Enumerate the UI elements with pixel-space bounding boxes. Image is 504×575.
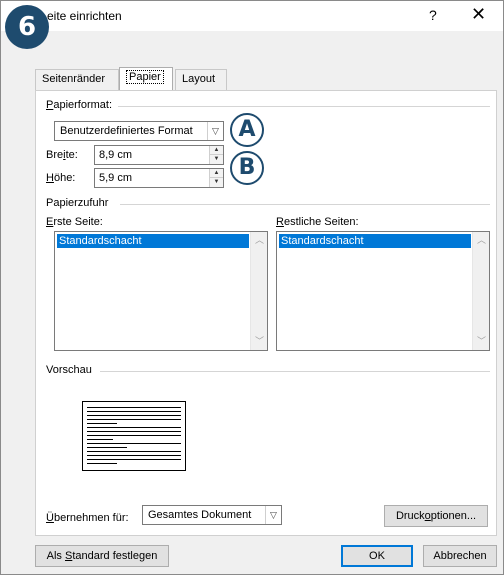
preview-line (87, 415, 181, 416)
breite-label: Breite: (46, 149, 78, 161)
title-bar: eite einrichten ? ✕ (1, 1, 503, 31)
apply-to-select[interactable]: Gesamtes Dokument ▽ (142, 505, 282, 525)
other-pages-tray-list[interactable]: Standardschacht ︿ ﹀ (276, 231, 490, 351)
callout-a: A (230, 113, 264, 147)
tab-label: Papier (126, 70, 164, 84)
apply-to-value: Gesamtes Dokument (148, 509, 252, 521)
restliche-seiten-label: Restliche Seiten: (276, 216, 359, 228)
preview-line (87, 435, 181, 436)
label-text: Als (46, 550, 65, 562)
mnemonic: H (46, 172, 54, 184)
papierformat-label: Papierformat: (46, 99, 119, 111)
vorschau-label: Vorschau (46, 364, 98, 376)
label-text: ptionen... (430, 510, 477, 522)
list-item[interactable]: Standardschacht (279, 234, 471, 248)
close-button[interactable]: ✕ (471, 5, 486, 23)
callout-b: B (230, 151, 264, 185)
set-as-default-button[interactable]: Als Standard festlegen (35, 545, 169, 567)
label-text: rste Seite: (53, 216, 103, 228)
preview-line (87, 463, 117, 464)
mnemonic: R (276, 216, 284, 228)
erste-seite-label: Erste Seite: (46, 216, 103, 228)
scrollbar[interactable]: ︿ ﹀ (250, 232, 267, 350)
label-text: apierformat: (53, 99, 113, 111)
tab-layout[interactable]: Layout (175, 69, 227, 91)
preview-line (87, 451, 181, 452)
first-page-tray-list[interactable]: Standardschacht ︿ ﹀ (54, 231, 268, 351)
paper-size-select[interactable]: Benutzerdefiniertes Format ▽ (54, 121, 224, 141)
hoehe-label: Höhe: (46, 172, 75, 184)
preview-line (87, 431, 181, 432)
print-options-button[interactable]: Druckoptionen... (384, 505, 488, 527)
label-text: Bre (46, 149, 64, 161)
label-text: tandard festlegen (72, 550, 158, 562)
divider (116, 106, 490, 107)
label-text: te: (65, 149, 78, 161)
scrollbar[interactable]: ︿ ﹀ (472, 232, 489, 350)
tab-label: Layout (182, 73, 216, 85)
mnemonic: Ü (46, 512, 54, 524)
scroll-down-icon[interactable]: ﹀ (251, 333, 268, 350)
spin-up-icon[interactable]: ▲ (210, 146, 223, 155)
spinner-buttons: ▲ ▼ (209, 169, 223, 187)
papier-tab-panel: Papierformat: Benutzerdefiniertes Format… (35, 90, 497, 536)
scroll-up-icon[interactable]: ︿ (251, 232, 268, 249)
spinner-buttons: ▲ ▼ (209, 146, 223, 164)
preview-line (87, 427, 181, 428)
apply-to-label: Übernehmen für: (46, 512, 129, 524)
height-spinner[interactable]: 5,9 cm ▲ ▼ (94, 168, 224, 188)
list-item[interactable]: Standardschacht (57, 234, 249, 248)
divider (120, 204, 490, 205)
spin-up-icon[interactable]: ▲ (210, 169, 223, 178)
label-text: Druck (395, 510, 425, 522)
paper-size-value: Benutzerdefiniertes Format (60, 125, 193, 137)
preview-line (87, 455, 181, 456)
width-value: 8,9 cm (99, 149, 133, 161)
tab-label: Seitenränder (42, 73, 105, 85)
chevron-down-icon[interactable]: ▽ (207, 122, 223, 140)
preview-line (87, 419, 181, 420)
spin-down-icon[interactable]: ▼ (210, 178, 223, 187)
dialog-title: eite einrichten (47, 9, 122, 23)
preview-line (87, 407, 181, 408)
preview-line (87, 439, 113, 440)
tab-seitenraender[interactable]: Seitenränder (35, 69, 119, 91)
label-text: öhe: (53, 172, 76, 184)
preview-line (87, 447, 127, 448)
papierzufuhr-label: Papierzufuhr (46, 197, 115, 209)
width-spinner[interactable]: 8,9 cm ▲ ▼ (94, 145, 224, 165)
label-text: estliche Seiten: (283, 216, 359, 228)
preview-line (87, 459, 181, 460)
help-button[interactable]: ? (429, 7, 437, 23)
height-value: 5,9 cm (99, 172, 133, 184)
preview-line (87, 423, 117, 424)
scroll-down-icon[interactable]: ﹀ (473, 333, 490, 350)
preview-line (87, 443, 181, 444)
tab-papier[interactable]: Papier (119, 67, 173, 92)
page-setup-dialog: eite einrichten ? ✕ 6 Seitenränder Papie… (0, 0, 504, 575)
spin-down-icon[interactable]: ▼ (210, 155, 223, 164)
page-preview (82, 401, 186, 471)
divider (100, 371, 490, 372)
label-text: bernehmen für: (53, 512, 129, 524)
preview-line (87, 411, 181, 412)
cancel-button[interactable]: Abbrechen (423, 545, 497, 567)
chevron-down-icon[interactable]: ▽ (265, 506, 281, 524)
step-number-badge: 6 (5, 5, 49, 49)
ok-button[interactable]: OK (341, 545, 413, 567)
scroll-up-icon[interactable]: ︿ (473, 232, 490, 249)
